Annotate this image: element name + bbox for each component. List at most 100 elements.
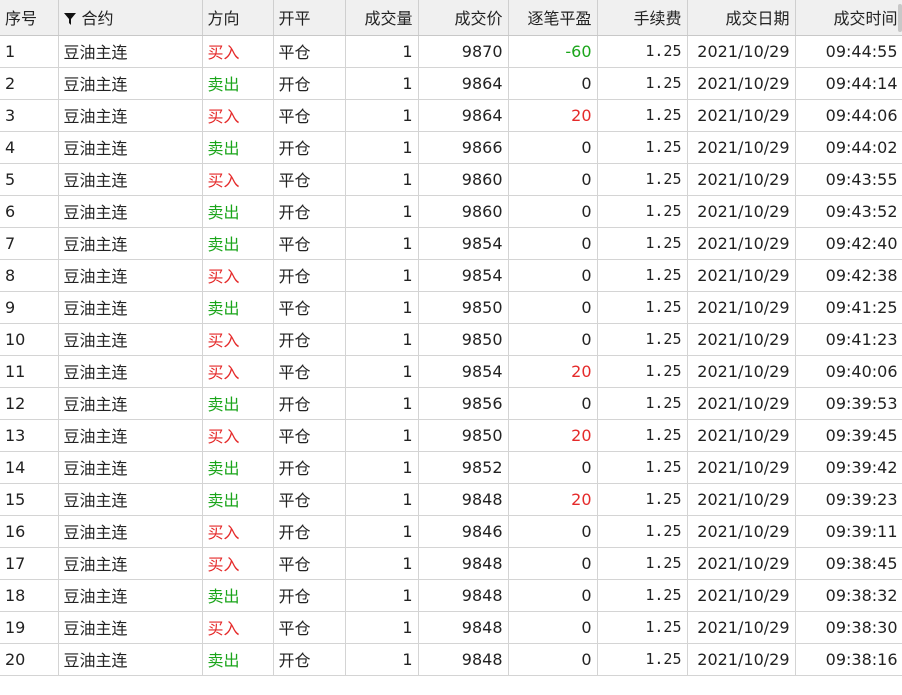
table-row[interactable]: 20 豆油主连 卖出 开仓 1 9848 0 1.25 2021/10/29 09:38:16 — [0, 643, 902, 676]
cell-time: 09:38:32 — [795, 579, 902, 612]
table-row[interactable]: 4 豆油主连 卖出 开仓 1 9866 0 1.25 2021/10/29 09:44:02 — [0, 131, 902, 164]
cell-price: 9846 — [418, 515, 509, 548]
cell-direction: 卖出 — [202, 291, 274, 324]
cell-openclose: 开仓 — [273, 195, 346, 228]
col-header-time[interactable]: 成交时间 — [795, 0, 902, 36]
cell-openclose: 平仓 — [273, 291, 346, 324]
table-row[interactable]: 10 豆油主连 买入 开仓 1 9850 0 1.25 2021/10/29 09:41:23 — [0, 323, 902, 356]
cell-fee: 1.25 — [597, 163, 688, 196]
cell-fee: 1.25 — [597, 643, 688, 676]
cell-direction: 卖出 — [202, 195, 274, 228]
table-row[interactable]: 5 豆油主连 买入 平仓 1 9860 0 1.25 2021/10/29 09:43:55 — [0, 163, 902, 196]
cell-date: 2021/10/29 — [687, 259, 796, 292]
cell-direction: 买入 — [202, 515, 274, 548]
cell-fee: 1.25 — [597, 483, 688, 516]
cell-openclose: 平仓 — [273, 355, 346, 388]
cell-pnl: 0 — [508, 195, 598, 228]
cell-direction: 买入 — [202, 611, 274, 644]
col-header-fee-label: 手续费 — [633, 9, 682, 29]
cell-date: 2021/10/29 — [687, 131, 796, 164]
col-header-direction-label: 方向 — [207, 9, 240, 29]
cell-volume: 1 — [345, 291, 419, 324]
cell-volume: 1 — [345, 99, 419, 132]
cell-time: 09:40:06 — [795, 355, 902, 388]
cell-volume: 1 — [345, 67, 419, 100]
filter-icon[interactable] — [63, 13, 76, 26]
cell-seq: 9 — [0, 291, 59, 324]
col-header-contract[interactable]: 合约 — [58, 0, 203, 36]
col-header-pnl[interactable]: 逐笔平盈 — [508, 0, 598, 36]
cell-volume: 1 — [345, 35, 419, 68]
cell-price: 9860 — [418, 195, 509, 228]
table-row[interactable]: 11 豆油主连 买入 平仓 1 9854 20 1.25 2021/10/29 09:40:06 — [0, 355, 902, 388]
cell-contract: 豆油主连 — [58, 195, 203, 228]
table-row[interactable]: 8 豆油主连 买入 开仓 1 9854 0 1.25 2021/10/29 09:42:38 — [0, 259, 902, 292]
table-row[interactable]: 18 豆油主连 卖出 开仓 1 9848 0 1.25 2021/10/29 09:38:32 — [0, 579, 902, 612]
cell-date: 2021/10/29 — [687, 35, 796, 68]
cell-date: 2021/10/29 — [687, 579, 796, 612]
cell-volume: 1 — [345, 131, 419, 164]
table-row[interactable]: 2 豆油主连 卖出 开仓 1 9864 0 1.25 2021/10/29 09:44:14 — [0, 67, 902, 100]
cell-volume: 1 — [345, 387, 419, 420]
table-row[interactable]: 1 豆油主连 买入 平仓 1 9870 -60 1.25 2021/10/29 09:44:55 — [0, 35, 902, 68]
cell-fee: 1.25 — [597, 195, 688, 228]
cell-contract: 豆油主连 — [58, 387, 203, 420]
cell-time: 09:41:23 — [795, 323, 902, 356]
cell-direction: 买入 — [202, 99, 274, 132]
col-header-price[interactable]: 成交价 — [418, 0, 509, 36]
table-row[interactable]: 7 豆油主连 卖出 平仓 1 9854 0 1.25 2021/10/29 09:42:40 — [0, 227, 902, 260]
scrollbar-thumb[interactable] — [898, 4, 902, 32]
cell-openclose: 开仓 — [273, 387, 346, 420]
cell-price: 9854 — [418, 227, 509, 260]
col-header-seq[interactable]: 序号 — [0, 0, 59, 36]
cell-contract: 豆油主连 — [58, 451, 203, 484]
col-header-volume[interactable]: 成交量 — [345, 0, 419, 36]
cell-time: 09:39:45 — [795, 419, 902, 452]
cell-time: 09:38:45 — [795, 547, 902, 580]
cell-pnl: 0 — [508, 163, 598, 196]
cell-date: 2021/10/29 — [687, 323, 796, 356]
cell-contract: 豆油主连 — [58, 67, 203, 100]
cell-price: 9852 — [418, 451, 509, 484]
table-row[interactable]: 16 豆油主连 买入 开仓 1 9846 0 1.25 2021/10/29 09:39:11 — [0, 515, 902, 548]
table-row[interactable]: 13 豆油主连 买入 平仓 1 9850 20 1.25 2021/10/29 09:39:45 — [0, 419, 902, 452]
cell-volume: 1 — [345, 419, 419, 452]
table-row[interactable]: 19 豆油主连 买入 平仓 1 9848 0 1.25 2021/10/29 09:38:30 — [0, 611, 902, 644]
cell-volume: 1 — [345, 259, 419, 292]
header-row: 序号 合约 方向 开平 成交量 成交价 逐笔平盈 手续费 成交日期 成交时间 — [0, 0, 902, 36]
cell-seq: 5 — [0, 163, 59, 196]
cell-pnl: 0 — [508, 611, 598, 644]
cell-price: 9848 — [418, 611, 509, 644]
cell-date: 2021/10/29 — [687, 547, 796, 580]
col-header-date-label: 成交日期 — [725, 9, 790, 29]
cell-time: 09:43:52 — [795, 195, 902, 228]
cell-pnl: 20 — [508, 99, 598, 132]
table-row[interactable]: 9 豆油主连 卖出 平仓 1 9850 0 1.25 2021/10/29 09:41:25 — [0, 291, 902, 324]
col-header-fee[interactable]: 手续费 — [597, 0, 688, 36]
col-header-date[interactable]: 成交日期 — [687, 0, 796, 36]
table-row[interactable]: 14 豆油主连 卖出 开仓 1 9852 0 1.25 2021/10/29 09:39:42 — [0, 451, 902, 484]
cell-fee: 1.25 — [597, 547, 688, 580]
cell-fee: 1.25 — [597, 131, 688, 164]
cell-contract: 豆油主连 — [58, 547, 203, 580]
cell-price: 9866 — [418, 131, 509, 164]
col-header-seq-label: 序号 — [5, 9, 38, 29]
table-row[interactable]: 12 豆油主连 卖出 开仓 1 9856 0 1.25 2021/10/29 09:39:53 — [0, 387, 902, 420]
col-header-openclose[interactable]: 开平 — [273, 0, 346, 36]
cell-pnl: 0 — [508, 227, 598, 260]
table-row[interactable]: 15 豆油主连 卖出 平仓 1 9848 20 1.25 2021/10/29 09:39:23 — [0, 483, 902, 516]
cell-fee: 1.25 — [597, 291, 688, 324]
table-row[interactable]: 6 豆油主连 卖出 开仓 1 9860 0 1.25 2021/10/29 09:43:52 — [0, 195, 902, 228]
table-row[interactable]: 3 豆油主连 买入 平仓 1 9864 20 1.25 2021/10/29 09:44:06 — [0, 99, 902, 132]
table-row[interactable]: 17 豆油主连 买入 平仓 1 9848 0 1.25 2021/10/29 09:38:45 — [0, 547, 902, 580]
trade-records-grid[interactable]: 序号 合约 方向 开平 成交量 成交价 逐笔平盈 手续费 成交日期 成交时间 1… — [0, 0, 902, 695]
cell-pnl: -60 — [508, 35, 598, 68]
col-header-direction[interactable]: 方向 — [202, 0, 274, 36]
cell-volume: 1 — [345, 515, 419, 548]
cell-date: 2021/10/29 — [687, 195, 796, 228]
cell-price: 9848 — [418, 547, 509, 580]
cell-pnl: 20 — [508, 355, 598, 388]
cell-contract: 豆油主连 — [58, 291, 203, 324]
cell-time: 09:39:11 — [795, 515, 902, 548]
cell-openclose: 平仓 — [273, 483, 346, 516]
